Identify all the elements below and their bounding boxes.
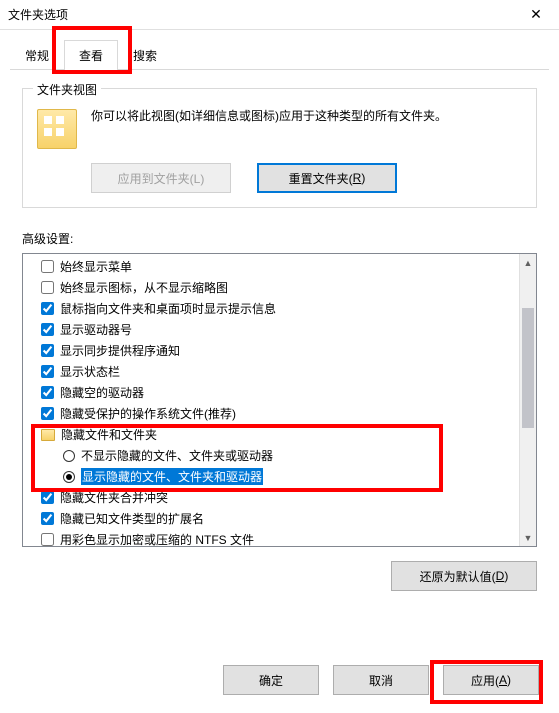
advanced-item-8[interactable]: 隐藏文件和文件夹 [23,424,519,445]
advanced-item-5[interactable]: 显示状态栏 [23,361,519,382]
advanced-scrollbar[interactable]: ▲ ▼ [519,254,536,546]
advanced-item-label: 始终显示菜单 [60,258,132,275]
advanced-item-1[interactable]: 始终显示图标，从不显示缩略图 [23,277,519,298]
advanced-item-label: 显示状态栏 [60,363,120,380]
folder-icon [41,429,55,441]
advanced-item-2[interactable]: 鼠标指向文件夹和桌面项时显示提示信息 [23,298,519,319]
advanced-checkbox[interactable] [41,407,54,420]
advanced-checkbox[interactable] [41,533,54,546]
close-button[interactable]: ✕ [513,0,559,30]
restore-defaults-button[interactable]: 还原为默认值(D) [391,561,537,591]
advanced-checkbox[interactable] [41,386,54,399]
advanced-checkbox[interactable] [41,512,54,525]
scroll-thumb[interactable] [522,308,534,428]
apply-to-folders-button: 应用到文件夹(L) [91,163,231,193]
cancel-button[interactable]: 取消 [333,665,429,695]
advanced-checkbox[interactable] [41,302,54,315]
advanced-item-label: 用彩色显示加密或压缩的 NTFS 文件 [60,531,254,546]
window-title: 文件夹选项 [8,6,68,23]
group-folder-views-legend: 文件夹视图 [33,81,101,98]
scroll-up-icon[interactable]: ▲ [520,254,536,271]
advanced-item-label: 始终显示图标，从不显示缩略图 [60,279,228,296]
advanced-item-label: 鼠标指向文件夹和桌面项时显示提示信息 [60,300,276,317]
advanced-item-label: 隐藏文件夹合并冲突 [60,489,168,506]
tab-search[interactable]: 搜索 [118,40,172,70]
advanced-item-label: 隐藏受保护的操作系统文件(推荐) [60,405,236,422]
ok-button[interactable]: 确定 [223,665,319,695]
advanced-item-4[interactable]: 显示同步提供程序通知 [23,340,519,361]
advanced-item-12[interactable]: 隐藏已知文件类型的扩展名 [23,508,519,529]
scroll-down-icon[interactable]: ▼ [520,529,536,546]
apply-button[interactable]: 应用(A) [443,665,539,695]
advanced-item-11[interactable]: 隐藏文件夹合并冲突 [23,487,519,508]
tab-strip: 常规 查看 搜索 [10,40,549,70]
advanced-checkbox[interactable] [41,344,54,357]
advanced-item-0[interactable]: 始终显示菜单 [23,256,519,277]
tab-view[interactable]: 查看 [64,40,118,70]
reset-folders-button[interactable]: 重置文件夹(R) [257,163,397,193]
advanced-radio[interactable] [63,471,75,483]
advanced-checkbox[interactable] [41,365,54,378]
advanced-item-7[interactable]: 隐藏受保护的操作系统文件(推荐) [23,403,519,424]
advanced-item-label: 隐藏空的驱动器 [60,384,144,401]
advanced-item-13[interactable]: 用彩色显示加密或压缩的 NTFS 文件 [23,529,519,546]
advanced-item-9[interactable]: 不显示隐藏的文件、文件夹或驱动器 [23,445,519,466]
folder-views-icon [37,109,77,149]
advanced-checkbox[interactable] [41,323,54,336]
tab-general[interactable]: 常规 [10,40,64,70]
advanced-item-6[interactable]: 隐藏空的驱动器 [23,382,519,403]
advanced-item-label: 显示驱动器号 [60,321,132,338]
dialog-buttons: 确定 取消 应用(A) [223,665,539,695]
advanced-settings-label: 高级设置: [22,230,537,247]
folder-views-description: 你可以将此视图(如详细信息或图标)应用于这种类型的所有文件夹。 [91,107,447,126]
advanced-radio[interactable] [63,450,75,462]
advanced-item-label: 隐藏已知文件类型的扩展名 [60,510,204,527]
advanced-item-10[interactable]: 显示隐藏的文件、文件夹和驱动器 [23,466,519,487]
advanced-item-label: 不显示隐藏的文件、文件夹或驱动器 [81,447,273,464]
title-bar: 文件夹选项 ✕ [0,0,559,30]
close-icon: ✕ [530,6,542,23]
advanced-item-label: 显示隐藏的文件、文件夹和驱动器 [81,468,263,485]
advanced-item-label: 显示同步提供程序通知 [60,342,180,359]
advanced-checkbox[interactable] [41,491,54,504]
advanced-item-label: 隐藏文件和文件夹 [61,426,157,443]
advanced-checkbox[interactable] [41,260,54,273]
group-folder-views: 文件夹视图 你可以将此视图(如详细信息或图标)应用于这种类型的所有文件夹。 应用… [22,88,537,208]
advanced-item-3[interactable]: 显示驱动器号 [23,319,519,340]
advanced-checkbox[interactable] [41,281,54,294]
advanced-settings-list: 始终显示菜单始终显示图标，从不显示缩略图鼠标指向文件夹和桌面项时显示提示信息显示… [22,253,537,547]
